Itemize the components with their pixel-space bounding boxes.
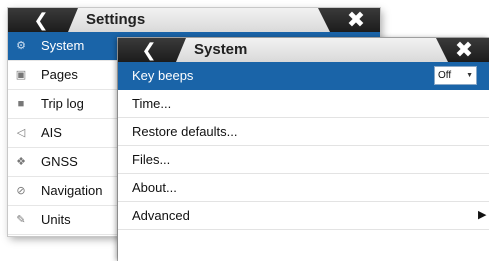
back-button[interactable]: ❮ bbox=[30, 11, 52, 29]
close-button[interactable]: ✖ bbox=[344, 7, 368, 32]
settings-item-label: Units bbox=[41, 212, 71, 227]
pages-icon: ▣ bbox=[15, 69, 27, 81]
system-item-label: Files... bbox=[132, 152, 171, 167]
settings-item-label: System bbox=[41, 38, 85, 53]
chevron-left-icon: ❮ bbox=[33, 10, 49, 30]
settings-item-label: Navigation bbox=[41, 183, 103, 198]
trip-log-icon: ■ bbox=[17, 98, 25, 110]
settings-item-label: AIS bbox=[41, 125, 62, 140]
page-title: System bbox=[194, 41, 248, 58]
system-item-restore-defaults[interactable]: Restore defaults... bbox=[118, 118, 489, 146]
settings-header: ❮ Settings ✖ bbox=[8, 8, 380, 32]
dropdown-value: Off bbox=[438, 70, 452, 81]
close-icon: ✖ bbox=[454, 37, 474, 62]
system-item-label: Key beeps bbox=[132, 68, 194, 83]
system-panel: ❮ System ✖ Key beeps Off ▼ Time... Resto… bbox=[118, 38, 489, 261]
settings-item-label: Trip log bbox=[41, 96, 84, 111]
system-item-files[interactable]: Files... bbox=[118, 146, 489, 174]
back-button[interactable]: ❮ bbox=[138, 41, 160, 59]
ais-icon: ◁ bbox=[16, 127, 26, 139]
system-item-label: Time... bbox=[132, 96, 172, 111]
system-item-time[interactable]: Time... bbox=[118, 90, 489, 118]
system-item-label: Advanced bbox=[132, 208, 190, 223]
system-item-advanced[interactable]: Advanced ▶ bbox=[118, 202, 489, 230]
chevron-right-icon: ▶ bbox=[478, 209, 487, 221]
compass-icon: ⊘ bbox=[16, 185, 26, 197]
pencil-icon: ✎ bbox=[16, 214, 26, 226]
satellite-icon: ❖ bbox=[16, 156, 26, 168]
system-menu: Key beeps Off ▼ Time... Restore defaults… bbox=[118, 62, 489, 230]
settings-item-label: GNSS bbox=[41, 154, 78, 169]
system-item-about[interactable]: About... bbox=[118, 174, 489, 202]
settings-item-label: Pages bbox=[41, 67, 78, 82]
caret-down-icon: ▼ bbox=[466, 72, 473, 79]
gear-icon: ⚙ bbox=[16, 40, 26, 52]
system-header: ❮ System ✖ bbox=[118, 38, 489, 62]
page-title: Settings bbox=[86, 11, 146, 28]
system-item-label: Restore defaults... bbox=[132, 124, 238, 139]
chevron-left-icon: ❮ bbox=[141, 40, 157, 60]
system-item-key-beeps[interactable]: Key beeps Off ▼ bbox=[118, 62, 489, 90]
close-button[interactable]: ✖ bbox=[452, 37, 476, 62]
key-beeps-dropdown[interactable]: Off ▼ bbox=[434, 66, 477, 85]
close-icon: ✖ bbox=[346, 7, 366, 32]
system-item-label: About... bbox=[132, 180, 177, 195]
